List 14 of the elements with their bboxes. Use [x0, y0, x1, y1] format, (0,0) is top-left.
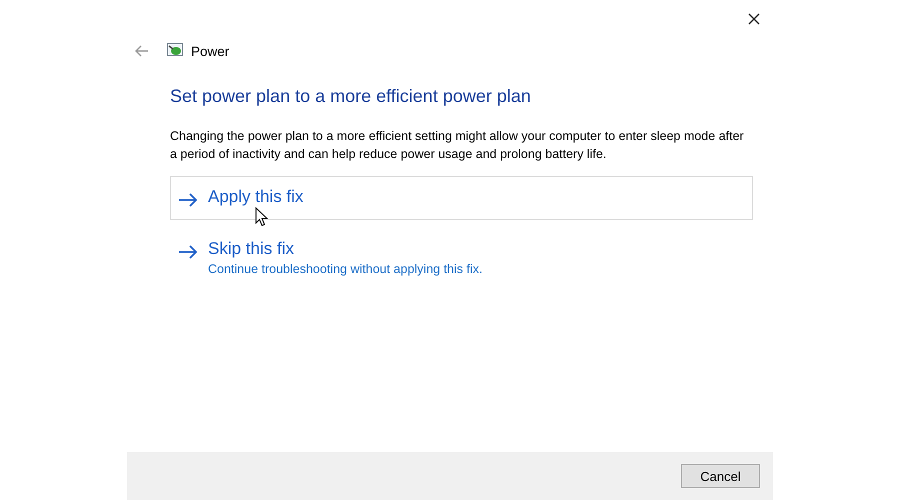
cursor-icon: [255, 207, 269, 227]
window-title: Power: [191, 44, 230, 58]
back-arrow-icon: [134, 45, 149, 57]
heading: Set power plan to a more efficient power plan: [170, 86, 532, 107]
arrow-icon: [178, 245, 198, 259]
description: Changing the power plan to a more efficient setting might allow your computer to enter sleep mode after a period of inactivity and can help reduce power usage and prolong battery life.: [170, 128, 745, 163]
option-title: Apply this fix: [208, 187, 304, 207]
fix-option[interactable]: Skip this fix Continue troubleshooting without applying this fix.: [170, 228, 753, 289]
option-title: Skip this fix: [208, 239, 295, 259]
option-description: Continue troubleshooting without applying this fix.: [208, 262, 482, 276]
arrow-icon: [178, 193, 198, 207]
close-icon: [748, 13, 760, 25]
cancel-button[interactable]: Cancel: [681, 464, 760, 488]
back-button[interactable]: [134, 45, 149, 57]
